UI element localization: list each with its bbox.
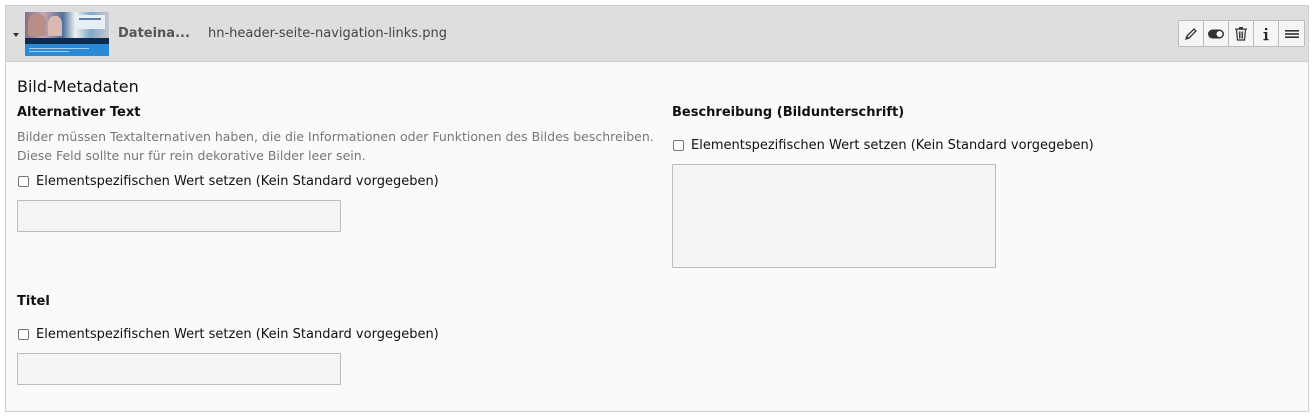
description-override-row[interactable]: Elementspezifischen Wert setzen (Kein St… xyxy=(673,138,1094,153)
edit-button[interactable] xyxy=(1179,21,1204,46)
toggle-icon xyxy=(1208,29,1224,38)
collapse-caret-icon[interactable] xyxy=(13,33,19,37)
title-override-label[interactable]: Elementspezifischen Wert setzen (Kein St… xyxy=(36,327,439,342)
title-override-checkbox[interactable] xyxy=(18,329,29,340)
alt-text-help-line-1: Bilder müssen Textalternativen haben, di… xyxy=(17,129,654,144)
pencil-icon xyxy=(1184,27,1197,40)
title-override-row[interactable]: Elementspezifischen Wert setzen (Kein St… xyxy=(18,327,439,342)
record-toolbar xyxy=(1178,20,1305,47)
trash-icon xyxy=(1235,27,1247,41)
filename-field-label: Dateina... xyxy=(118,26,190,41)
info-button[interactable] xyxy=(1254,21,1279,46)
delete-button[interactable] xyxy=(1229,21,1254,46)
section-title: Bild-Metadaten xyxy=(17,77,139,96)
info-icon xyxy=(1263,27,1269,40)
toggle-visibility-button[interactable] xyxy=(1204,21,1229,46)
alt-text-override-label[interactable]: Elementspezifischen Wert setzen (Kein St… xyxy=(36,174,439,189)
alt-text-input[interactable] xyxy=(17,200,341,232)
alt-text-label: Alternativer Text xyxy=(17,105,141,120)
title-label: Titel xyxy=(17,294,50,309)
drag-handle-button[interactable] xyxy=(1279,21,1304,46)
panel-header[interactable]: Dateina... hn-header-seite-navigation-li… xyxy=(6,6,1308,62)
image-thumbnail xyxy=(25,12,109,56)
description-label: Beschreibung (Bildunterschrift) xyxy=(672,105,905,120)
alt-text-help: Bilder müssen Textalternativen haben, di… xyxy=(17,127,657,165)
file-reference-panel: Dateina... hn-header-seite-navigation-li… xyxy=(5,5,1309,412)
alt-text-override-checkbox[interactable] xyxy=(18,176,29,187)
title-input[interactable] xyxy=(17,353,341,385)
filename-text: hn-header-seite-navigation-links.png xyxy=(208,26,447,41)
alt-text-override-row[interactable]: Elementspezifischen Wert setzen (Kein St… xyxy=(18,174,439,189)
description-textarea[interactable] xyxy=(672,164,996,268)
description-override-checkbox[interactable] xyxy=(673,140,684,151)
menu-lines-icon xyxy=(1284,29,1299,38)
alt-text-help-line-2: Diese Feld sollte nur für rein dekorativ… xyxy=(17,148,366,163)
description-override-label[interactable]: Elementspezifischen Wert setzen (Kein St… xyxy=(691,138,1094,153)
